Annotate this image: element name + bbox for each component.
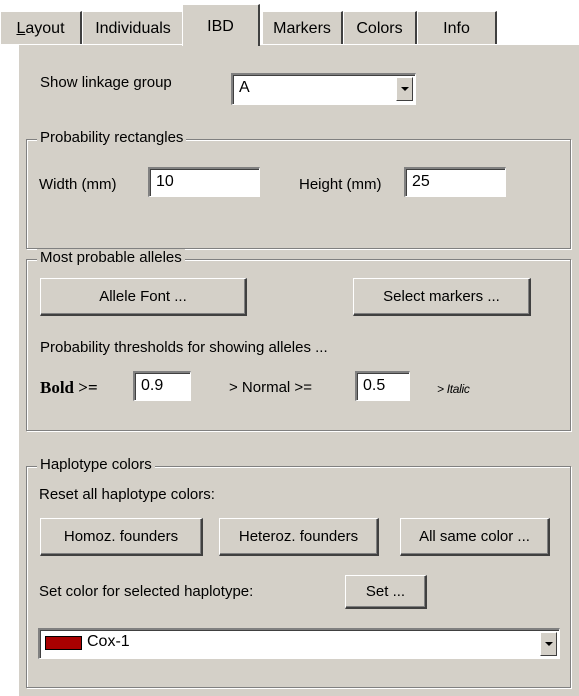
bold-threshold-label: Bold >= bbox=[40, 378, 98, 397]
probability-rectangles-legend: Probability rectangles bbox=[37, 129, 187, 146]
all-same-color-button[interactable]: All same color ... bbox=[400, 518, 550, 556]
most-probable-alleles-legend: Most probable alleles bbox=[37, 249, 185, 266]
homoz-founders-button[interactable]: Homoz. founders bbox=[40, 518, 203, 556]
width-label: Width (mm) bbox=[39, 176, 117, 193]
tab-markers[interactable]: Markers bbox=[262, 11, 343, 44]
thresholds-label: Probability thresholds for showing allel… bbox=[40, 339, 328, 356]
linkage-group-select[interactable]: A bbox=[231, 73, 416, 105]
ibd-panel: Show linkage group A Probability rectang… bbox=[18, 45, 579, 696]
normal-threshold-label: > Normal >= bbox=[229, 379, 312, 396]
width-field[interactable]: 10 bbox=[148, 167, 260, 197]
select-markers-button[interactable]: Select markers ... bbox=[353, 278, 531, 316]
linkage-group-label: Show linkage group bbox=[40, 74, 172, 91]
tab-bar: Layout Individuals IBD Markers Colors In… bbox=[0, 0, 579, 46]
heteroz-founders-button[interactable]: Heteroz. founders bbox=[219, 518, 379, 556]
haplotype-select[interactable]: Cox-1 bbox=[38, 628, 560, 659]
tab-colors[interactable]: Colors bbox=[343, 11, 417, 44]
normal-threshold-field[interactable]: 0.5 bbox=[355, 371, 410, 401]
tab-ibd[interactable]: IBD bbox=[182, 4, 260, 46]
haplotype-select-value: Cox-1 bbox=[87, 633, 130, 650]
allele-font-button[interactable]: Allele Font ... bbox=[40, 278, 247, 316]
bold-threshold-field[interactable]: 0.9 bbox=[133, 371, 191, 401]
linkage-group-value: A bbox=[239, 79, 250, 96]
tab-info[interactable]: Info bbox=[417, 11, 497, 44]
tab-layout[interactable]: Layout bbox=[0, 11, 82, 44]
color-swatch bbox=[45, 636, 82, 650]
chevron-down-icon[interactable] bbox=[540, 632, 557, 656]
height-label: Height (mm) bbox=[299, 176, 382, 193]
set-color-button[interactable]: Set ... bbox=[345, 575, 427, 609]
reset-haplotype-label: Reset all haplotype colors: bbox=[39, 486, 215, 503]
haplotype-colors-legend: Haplotype colors bbox=[37, 456, 155, 473]
set-color-label: Set color for selected haplotype: bbox=[39, 583, 254, 600]
height-field[interactable]: 25 bbox=[404, 167, 506, 197]
chevron-down-icon[interactable] bbox=[396, 77, 413, 101]
italic-threshold-label: > Italic bbox=[437, 382, 470, 396]
tab-individuals[interactable]: Individuals bbox=[82, 11, 185, 44]
